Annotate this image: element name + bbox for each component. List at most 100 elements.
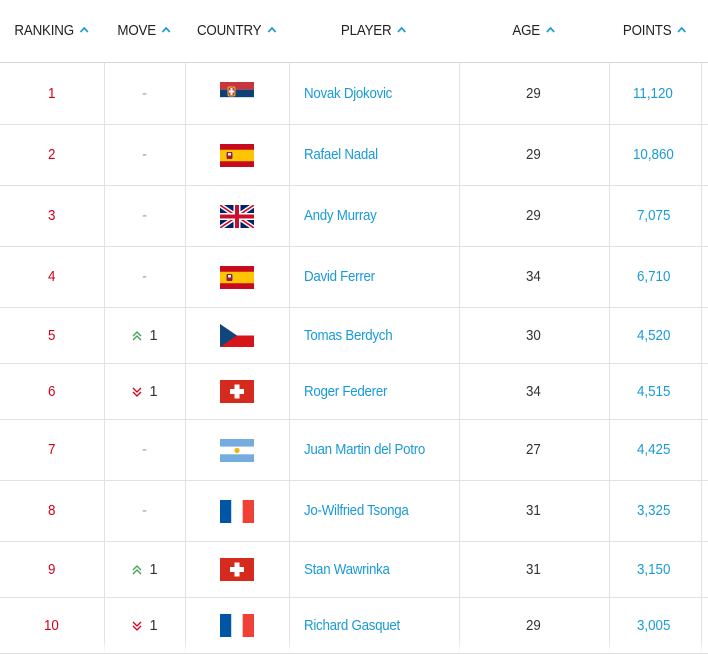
player-name-link[interactable]: Jo-Wilfried Tsonga [304, 503, 409, 519]
points-header-label: POINTS [622, 23, 672, 39]
country-cell [185, 364, 289, 419]
player-cell[interactable]: David Ferrer [289, 247, 459, 307]
age-value: 31 [525, 503, 541, 519]
move-cell: - [104, 420, 185, 480]
column-divider [701, 420, 702, 480]
points-value[interactable]: 10,860 [633, 147, 674, 163]
spain-flag-icon [220, 265, 254, 289]
age-value: 29 [525, 617, 541, 634]
player-cell[interactable]: Tomas Berdych [289, 308, 459, 363]
points-cell[interactable]: 6,710 [609, 247, 701, 307]
points-cell[interactable]: 4,515 [609, 364, 701, 419]
points-cell[interactable]: 4,425 [609, 420, 701, 480]
points-value[interactable]: 3,325 [637, 503, 670, 519]
points-value[interactable]: 3,005 [637, 618, 670, 634]
player-name-link[interactable]: Roger Federer [304, 384, 387, 400]
rank-cell: 1 [0, 63, 104, 124]
points-cell[interactable]: 3,325 [609, 481, 701, 541]
points-cell[interactable]: 11,120 [609, 63, 701, 124]
age-cell: 31 [459, 481, 609, 541]
age-value: 27 [525, 442, 541, 458]
player-name-link[interactable]: Stan Wawrinka [304, 562, 390, 578]
age-column-header[interactable]: AGE [465, 0, 603, 62]
country-cell [185, 598, 289, 653]
column-divider [701, 364, 702, 419]
table-row: 1 - Novak Djokovic 29 11,120 [0, 63, 708, 125]
player-name-link[interactable]: Juan Martin del Potro [304, 442, 425, 458]
player-name-link[interactable]: Richard Gasquet [304, 618, 400, 634]
points-cell[interactable]: 3,150 [609, 542, 701, 597]
rank-value: 8 [47, 503, 56, 519]
country-column-header[interactable]: COUNTRY [189, 0, 285, 62]
player-cell[interactable]: Juan Martin del Potro [289, 420, 459, 480]
rank-cell: 8 [0, 481, 104, 541]
move-cell: - [104, 186, 185, 246]
rank-cell: 5 [0, 308, 104, 363]
move-column-header[interactable]: MOVE [107, 0, 182, 62]
player-cell[interactable]: Jo-Wilfried Tsonga [289, 481, 459, 541]
player-name-link[interactable]: Andy Murray [304, 208, 377, 224]
points-cell[interactable]: 10,860 [609, 125, 701, 185]
table-row: 7 - Juan Martin del Potro 27 4,425 [0, 420, 708, 481]
move-cell: - [104, 63, 185, 124]
czech-flag-icon [220, 324, 254, 347]
rank-value: 10 [43, 617, 59, 634]
points-value[interactable]: 6,710 [637, 269, 670, 285]
points-column-header[interactable]: POINTS [613, 0, 698, 62]
move-cell: - [104, 481, 185, 541]
points-cell[interactable]: 7,075 [609, 186, 701, 246]
country-cell [185, 420, 289, 480]
player-cell[interactable]: Rafael Nadal [289, 125, 459, 185]
move-up-icon [132, 330, 142, 340]
player-name-link[interactable]: Tomas Berdych [304, 328, 393, 344]
france-flag-icon [220, 614, 254, 637]
column-divider [701, 308, 702, 363]
age-value: 29 [525, 147, 541, 163]
age-cell: 30 [459, 308, 609, 363]
sort-up-icon [79, 26, 89, 33]
player-cell[interactable]: Andy Murray [289, 186, 459, 246]
points-value[interactable]: 11,120 [633, 86, 673, 102]
move-cell: 1 [104, 308, 185, 363]
age-cell: 27 [459, 420, 609, 480]
points-value[interactable]: 4,425 [637, 442, 670, 458]
player-cell[interactable]: Stan Wawrinka [289, 542, 459, 597]
rank-cell: 9 [0, 542, 104, 597]
move-up-icon [132, 564, 142, 574]
country-header-label: COUNTRY [196, 23, 262, 39]
ranking-column-header[interactable]: RANKING [4, 0, 100, 62]
points-value[interactable]: 4,515 [637, 384, 670, 400]
age-value: 29 [525, 85, 541, 102]
move-header-label: MOVE [117, 23, 156, 39]
move-value: - [142, 269, 147, 285]
rank-value: 1 [47, 85, 56, 102]
move-cell: - [104, 247, 185, 307]
points-value[interactable]: 7,075 [637, 208, 670, 224]
column-divider [701, 481, 702, 541]
player-name-link[interactable]: Novak Djokovic [304, 86, 392, 102]
player-column-header[interactable]: PLAYER [296, 0, 452, 62]
rank-cell: 2 [0, 125, 104, 185]
age-cell: 29 [459, 63, 609, 124]
table-row: 3 - Andy Murray 29 7,075 [0, 186, 708, 247]
player-name-link[interactable]: David Ferrer [304, 269, 375, 285]
player-cell[interactable]: Novak Djokovic [289, 63, 459, 124]
points-value[interactable]: 3,150 [637, 562, 670, 578]
argentina-flag-icon [220, 438, 254, 462]
rank-cell: 3 [0, 186, 104, 246]
country-cell [185, 186, 289, 246]
ranking-header-label: RANKING [14, 23, 74, 39]
points-cell[interactable]: 4,520 [609, 308, 701, 363]
age-cell: 31 [459, 542, 609, 597]
points-cell[interactable]: 3,005 [609, 598, 701, 653]
age-cell: 29 [459, 125, 609, 185]
points-value[interactable]: 4,520 [637, 328, 670, 344]
rank-value: 9 [47, 561, 56, 578]
player-cell[interactable]: Richard Gasquet [289, 598, 459, 653]
player-cell[interactable]: Roger Federer [289, 364, 459, 419]
country-cell [185, 542, 289, 597]
rank-cell: 10 [0, 598, 104, 653]
player-name-link[interactable]: Rafael Nadal [304, 147, 378, 163]
move-down-icon [132, 387, 142, 397]
switzerland-flag-icon [220, 558, 254, 581]
